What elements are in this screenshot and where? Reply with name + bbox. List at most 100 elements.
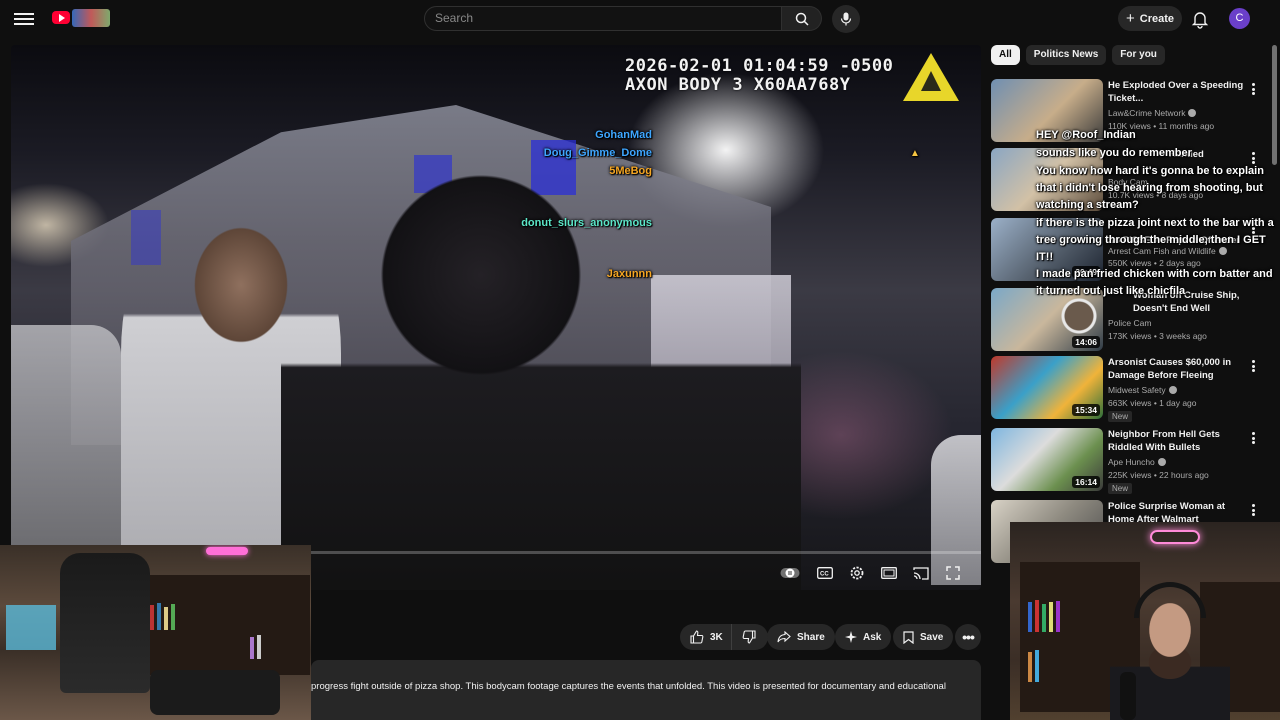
microphone: [1120, 672, 1136, 720]
search-button[interactable]: [782, 6, 822, 31]
more-icon: •••: [962, 629, 975, 645]
create-button[interactable]: + Create: [1118, 6, 1182, 31]
top-bar: Search + Create C: [0, 0, 1280, 37]
chip-all[interactable]: All: [991, 45, 1020, 65]
autoplay-toggle[interactable]: [780, 563, 800, 583]
thumbs-down-icon: [742, 630, 756, 644]
more-options-icon[interactable]: [1252, 360, 1256, 372]
like-button[interactable]: 3K: [680, 624, 731, 650]
chip-politics-news[interactable]: Politics News: [1025, 45, 1107, 65]
plus-icon: +: [1125, 10, 1135, 27]
more-actions-group: •••: [955, 624, 981, 650]
bodycam-timestamp-line: 2026-02-01 01:04:59 -0500: [625, 56, 894, 76]
fullscreen-button[interactable]: [943, 563, 963, 583]
thumbs-up-icon: [690, 630, 704, 644]
channel-name-text: Ape Huncho: [1108, 457, 1155, 467]
description-text: progress fight outside of pizza shop. Th…: [311, 681, 946, 692]
like-dislike-group: 3K: [680, 624, 768, 650]
more-options-icon[interactable]: [1252, 83, 1256, 95]
cast-icon: [913, 566, 929, 580]
axon-logo-icon: [903, 53, 959, 101]
share-icon: [777, 631, 791, 643]
chat-text: sounds like you do remember: [1036, 147, 1192, 159]
chat-text: I made pan fried chicken with corn batte…: [1036, 268, 1273, 297]
chat-username: Jaxunnn: [606, 268, 652, 280]
chat-text: if there is the pizza joint next to the …: [1036, 217, 1274, 263]
autoplay-icon: [780, 568, 800, 578]
ask-button[interactable]: Ask: [835, 624, 892, 650]
share-button[interactable]: Share: [767, 624, 835, 650]
channel-name[interactable]: Midwest Safety: [1108, 385, 1177, 395]
new-badge: New: [1108, 483, 1133, 494]
video-meta: 225K views • 22 hours ago: [1108, 470, 1209, 480]
bookmark-icon: [903, 630, 914, 644]
save-button[interactable]: Save: [893, 624, 954, 650]
stream-chat-overlay: GohanMad HEY @Roof_Indian ▲ Doug_Gimme_D…: [521, 127, 1280, 302]
notifications-button[interactable]: [1190, 9, 1210, 29]
theater-icon: [881, 567, 897, 579]
chat-username: Doug_Gimme_Dome: [543, 147, 652, 159]
channel-name-text: Midwest Safety: [1108, 385, 1166, 395]
channel-name[interactable]: Police Cam: [1108, 318, 1151, 328]
chat-text: HEY @Roof_Indian: [1036, 129, 1136, 141]
chat-username: 5MeBog: [609, 165, 652, 177]
channel-name-text: Law&Crime Network: [1108, 108, 1186, 118]
account-avatar[interactable]: C: [1229, 8, 1250, 29]
video-meta: 173K views • 3 weeks ago: [1108, 331, 1207, 341]
fullscreen-icon: [946, 566, 960, 580]
youtube-logo[interactable]: [52, 9, 110, 27]
voice-search-button[interactable]: [832, 5, 860, 33]
recommendation-item[interactable]: 15:34 Arsonist Causes $60,000 in Damage …: [991, 356, 1271, 422]
captions-button[interactable]: CC: [815, 563, 835, 583]
channel-name[interactable]: Law&Crime Network: [1108, 108, 1197, 118]
bodycam-device-line: AXON BODY 3 X60AA768Y: [625, 75, 851, 95]
video-thumbnail[interactable]: 15:34: [991, 356, 1103, 419]
more-options-icon[interactable]: [1252, 432, 1256, 444]
settings-button[interactable]: [847, 563, 867, 583]
floor-robot: [150, 670, 280, 715]
chat-username: GohanMad: [595, 129, 652, 141]
chip-for-you[interactable]: For you: [1112, 45, 1165, 65]
neon-sign: [206, 547, 248, 555]
chat-username: donut_slurs_anonymous: [521, 217, 652, 229]
monitor-screen: [6, 605, 56, 650]
gear-icon: [850, 566, 864, 580]
like-count: 3K: [710, 631, 723, 643]
ask-label: Ask: [863, 631, 882, 643]
video-title[interactable]: Neighbor From Hell Gets Riddled With Bul…: [1108, 428, 1246, 454]
cast-button[interactable]: [911, 563, 931, 583]
dislike-button[interactable]: [730, 624, 768, 650]
video-duration: 16:14: [1072, 476, 1100, 488]
verified-icon: [1188, 109, 1197, 117]
video-player[interactable]: 2026-02-01 01:04:59 -0500 AXON BODY 3 X6…: [11, 45, 981, 590]
youtube-play-icon: [52, 11, 70, 24]
recommendation-item[interactable]: 16:14 Neighbor From Hell Gets Riddled Wi…: [991, 428, 1271, 494]
theater-mode-button[interactable]: [879, 563, 899, 583]
gaming-chair: [60, 553, 150, 693]
channel-name[interactable]: Ape Huncho: [1108, 457, 1166, 467]
ask-group: Ask: [835, 624, 892, 650]
menu-icon[interactable]: [14, 10, 34, 26]
search-icon: [795, 12, 809, 26]
save-label: Save: [920, 631, 944, 643]
more-actions-button[interactable]: •••: [955, 624, 981, 650]
recommendation-filter-chips: All Politics News For you: [991, 45, 1165, 65]
microphone-icon: [840, 12, 852, 26]
more-options-icon[interactable]: [1252, 504, 1256, 516]
video-thumbnail[interactable]: 16:14: [991, 428, 1103, 491]
save-group: Save: [893, 624, 954, 650]
bell-icon: [1191, 12, 1209, 29]
video-title[interactable]: He Exploded Over a Speeding Ticket...: [1108, 79, 1246, 105]
video-title[interactable]: Arsonist Causes $60,000 in Damage Before…: [1108, 356, 1246, 382]
webcam-streamer-view: [1010, 522, 1280, 720]
new-badge: New: [1108, 411, 1133, 422]
search-input[interactable]: Search: [424, 6, 782, 31]
logo-doodle: [72, 9, 110, 27]
verified-icon: [1168, 386, 1177, 394]
video-duration: 14:06: [1072, 336, 1100, 348]
share-group: Share: [767, 624, 835, 650]
video-meta: 663K views • 1 day ago: [1108, 398, 1197, 408]
chat-text: You know how hard it's gonna be to expla…: [1036, 165, 1264, 211]
verified-icon: [1157, 458, 1166, 466]
share-label: Share: [797, 631, 825, 643]
